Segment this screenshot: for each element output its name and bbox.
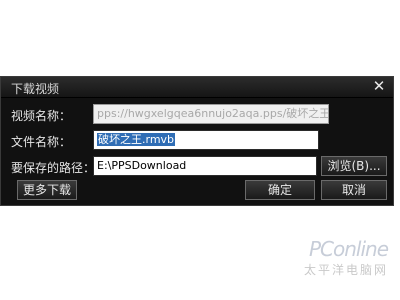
browse-button[interactable]: 浏览(B)...	[321, 156, 387, 176]
watermark-logo: PConline	[308, 237, 389, 261]
file-name-label: 文件名称：	[11, 135, 72, 149]
dialog-title: 下载视频	[11, 82, 60, 96]
title-bar: 下载视频 ✕	[1, 77, 393, 98]
download-dialog: 下载视频 ✕ 视频名称： pps://hwgxelgqea6nnujo2aqa.…	[0, 76, 394, 206]
ok-button[interactable]: 确定	[245, 180, 315, 200]
file-name-input[interactable]: 破坏之王.rmvb	[93, 130, 319, 150]
video-name-field: pps://hwgxelgqea6nnujo2aqa.pps/破坏之王.rmvb	[93, 104, 329, 124]
cancel-button[interactable]: 取消	[321, 180, 387, 200]
file-name-selection: 破坏之王.rmvb	[97, 133, 176, 146]
watermark-subtitle: 太平洋电脑网	[303, 263, 388, 277]
save-path-label: 要保存的路径：	[11, 161, 96, 175]
video-name-label: 视频名称：	[11, 109, 72, 123]
close-icon[interactable]: ✕	[371, 78, 387, 94]
more-downloads-button[interactable]: 更多下载	[17, 180, 77, 200]
watermark: PConline 太平洋电脑网	[303, 237, 389, 278]
save-path-input[interactable]: E:\PPSDownload	[93, 156, 317, 176]
